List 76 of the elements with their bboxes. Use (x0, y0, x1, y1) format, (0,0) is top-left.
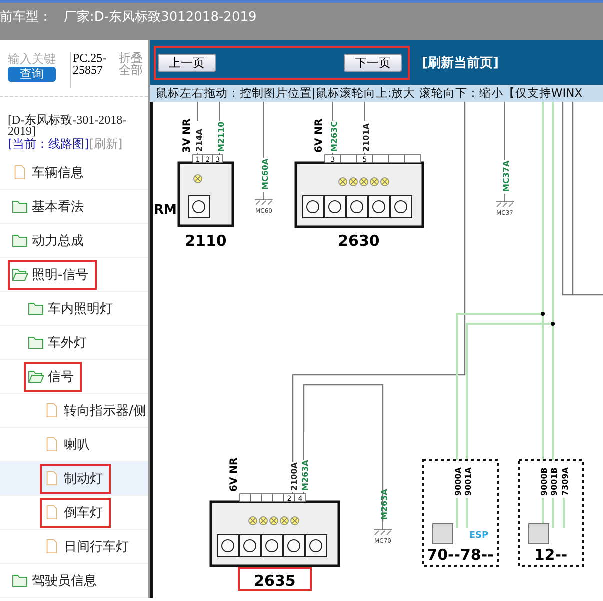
wire-code: 9001B (550, 468, 559, 496)
wire-code: M263A (380, 489, 389, 520)
lamp-row-drawing (338, 178, 390, 186)
wire-code: 2101A (362, 124, 371, 152)
tree-item[interactable]: 转向指示器/侧 (0, 394, 148, 428)
tree-item[interactable]: 日间行车灯 (0, 530, 148, 564)
tree-label: 车外灯 (48, 334, 87, 352)
wire-code: 9000A (454, 468, 463, 496)
tree-item[interactable]: 车辆信息 (0, 156, 148, 190)
wire-code: 9001A (464, 468, 473, 496)
tree-item[interactable]: 动力总成 (0, 224, 148, 258)
lamp-row-drawing (194, 174, 202, 184)
wire-code: 7309A (561, 468, 570, 496)
tree-label: 喇叭 (64, 436, 90, 454)
tree-label: 车内照明灯 (48, 300, 113, 318)
tree-label: 车辆信息 (32, 164, 84, 182)
component-number: 2110 (185, 232, 227, 250)
module-number: 12-- (534, 546, 568, 564)
tree-item[interactable]: 车外灯 (0, 326, 148, 360)
tree-label: 转向指示器/侧 (64, 402, 146, 420)
tree-item[interactable]: 信号 (0, 360, 148, 394)
next-page-button[interactable]: 下一页 (344, 54, 402, 72)
document-icon (44, 539, 60, 554)
ground-icon (374, 522, 392, 536)
document-icon (44, 471, 60, 486)
tree-label: 动力总成 (32, 232, 84, 250)
sensor-icon (432, 524, 454, 544)
hint-bar: 鼠标左右拖动：控制图片位置|鼠标滚轮向上:放大 滚轮向下：缩小【仅支持WINX (150, 85, 603, 102)
pin-strip (240, 494, 306, 502)
code-text: PC.25-25857 (70, 52, 113, 88)
wire-code: MC60A (261, 158, 270, 190)
search-button[interactable]: 查询 (8, 67, 56, 82)
lamp-row-drawing (248, 516, 300, 526)
wire-code: M263A (301, 460, 310, 491)
document-icon (12, 165, 28, 180)
diagram-label: RM (154, 203, 177, 218)
voltage-label: 6V NR (229, 458, 240, 492)
document-icon (44, 403, 60, 418)
wire-code: MC37A (502, 160, 511, 192)
ground-icon (254, 192, 274, 206)
tree-label: 基本看法 (32, 198, 84, 216)
current-view-link[interactable]: [当前：线路图] (8, 137, 90, 151)
tree-label: 照明-信号 (32, 266, 89, 284)
model-label: 前车型： (0, 9, 52, 26)
model-text: [D-东风标致-301-2018-2019] (7, 112, 128, 137)
pin-strip (192, 154, 224, 164)
component-number: 2630 (338, 232, 380, 250)
voltage-label: 3V NR (182, 118, 193, 153)
tree-item[interactable]: 基本看法 (0, 190, 148, 224)
esp-label: ESP (469, 531, 489, 541)
tree-item[interactable]: 制动灯 (0, 462, 148, 496)
tree-item[interactable]: 倒车灯 (0, 496, 148, 530)
tree-item[interactable]: 车内照明灯 (0, 292, 148, 326)
sensor-icon (528, 524, 550, 544)
tree-item[interactable]: 驾驶员信息 (0, 564, 148, 598)
tree-label: 倒车灯 (64, 504, 103, 522)
tree-label: 驾驶员信息 (32, 572, 97, 590)
previous-page-button[interactable]: 上一页 (158, 54, 216, 72)
wire-code: M263C (330, 121, 339, 152)
ground-icon (496, 194, 514, 208)
tree-item[interactable]: 照明-信号 (0, 258, 148, 292)
tree-label: 制动灯 (64, 470, 103, 488)
tree-label: 日间行车灯 (64, 538, 129, 556)
wire-code: 2100A (290, 462, 299, 491)
tree-label: 信号 (48, 368, 74, 386)
module-number: 70--78-- (427, 546, 494, 564)
voltage-label: 6V NR (314, 118, 325, 153)
wire-code: 9000B (540, 468, 549, 496)
document-icon (44, 505, 60, 520)
wire-code: 214A (195, 129, 204, 152)
document-icon (44, 437, 60, 452)
symbol-strip-drawing (188, 196, 210, 218)
wire-code: M2110 (217, 122, 226, 152)
maker-title: 厂家:D-东风标致3012018-2019 (64, 9, 257, 26)
component-number: 2635 (254, 572, 296, 590)
refresh-page-link[interactable]: [刷新当前页] (422, 54, 499, 72)
